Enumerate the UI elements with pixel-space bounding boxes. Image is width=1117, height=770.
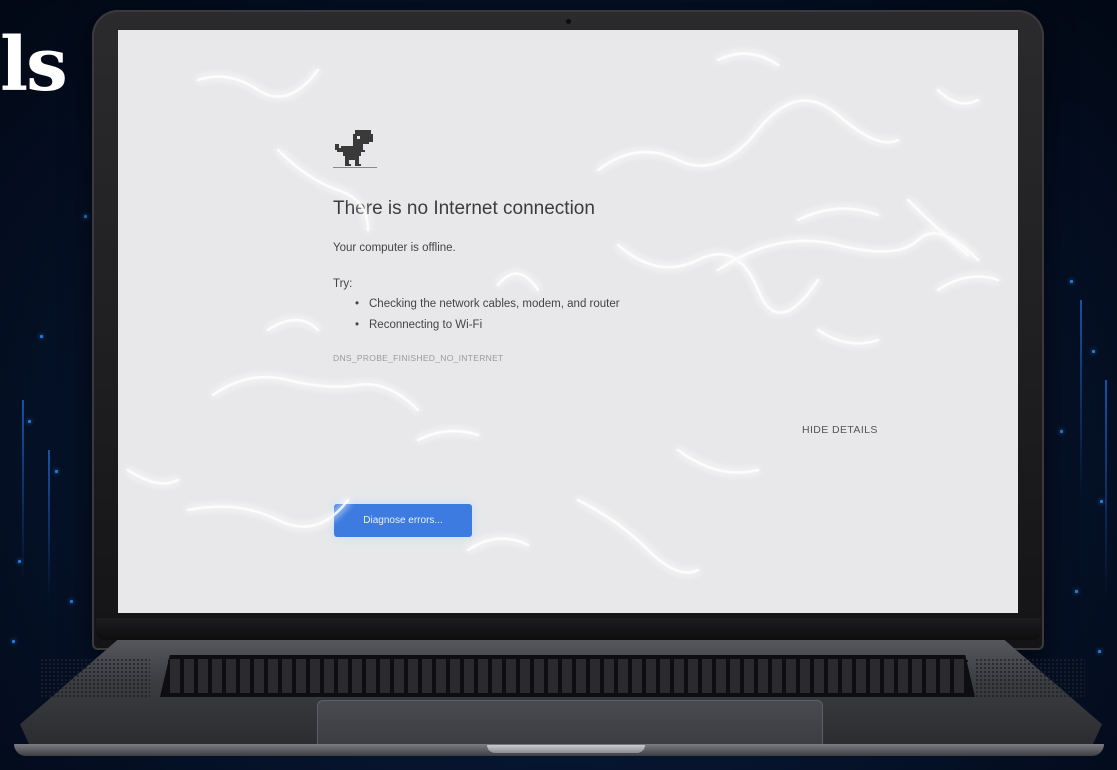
particle	[28, 420, 31, 423]
particle	[1070, 280, 1073, 283]
particle-streak	[1105, 380, 1107, 600]
trackpad	[317, 700, 823, 746]
particle	[84, 215, 87, 218]
try-label: Try:	[333, 278, 353, 290]
laptop-screen: There is no Internet connection Your com…	[118, 30, 1018, 613]
particle	[40, 335, 43, 338]
suggestion-item: Reconnecting to Wi-Fi	[351, 315, 620, 336]
particle-streak	[48, 450, 50, 600]
particle	[1075, 590, 1078, 593]
diagnose-errors-button[interactable]: Diagnose errors...	[334, 504, 472, 537]
error-code: DNS_PROBE_FINISHED_NO_INTERNET	[333, 353, 504, 363]
lid-opening-notch	[487, 745, 645, 753]
particle	[1092, 350, 1095, 353]
webcam	[566, 19, 571, 24]
dinosaur-icon	[333, 130, 377, 168]
suggestion-item: Checking the network cables, modem, and …	[351, 294, 620, 315]
hide-details-link[interactable]: HIDE DETAILS	[802, 424, 878, 436]
particle	[1060, 430, 1063, 433]
speaker-grille-right	[975, 658, 1085, 698]
keyboard-keys	[168, 659, 968, 693]
headline-fragment: ls	[0, 22, 68, 108]
laptop-hinge	[96, 618, 1041, 640]
particle-streak	[22, 400, 24, 580]
particle	[1100, 500, 1103, 503]
error-title: There is no Internet connection	[333, 198, 595, 219]
particle-streak	[1080, 300, 1082, 500]
particle	[12, 640, 15, 643]
speaker-grille-left	[40, 658, 150, 698]
particle	[55, 470, 58, 473]
particle	[18, 560, 21, 563]
particle	[70, 600, 73, 603]
error-subtitle: Your computer is offline.	[333, 242, 456, 254]
particle	[1098, 650, 1101, 653]
suggestion-list: Checking the network cables, modem, and …	[351, 294, 620, 336]
